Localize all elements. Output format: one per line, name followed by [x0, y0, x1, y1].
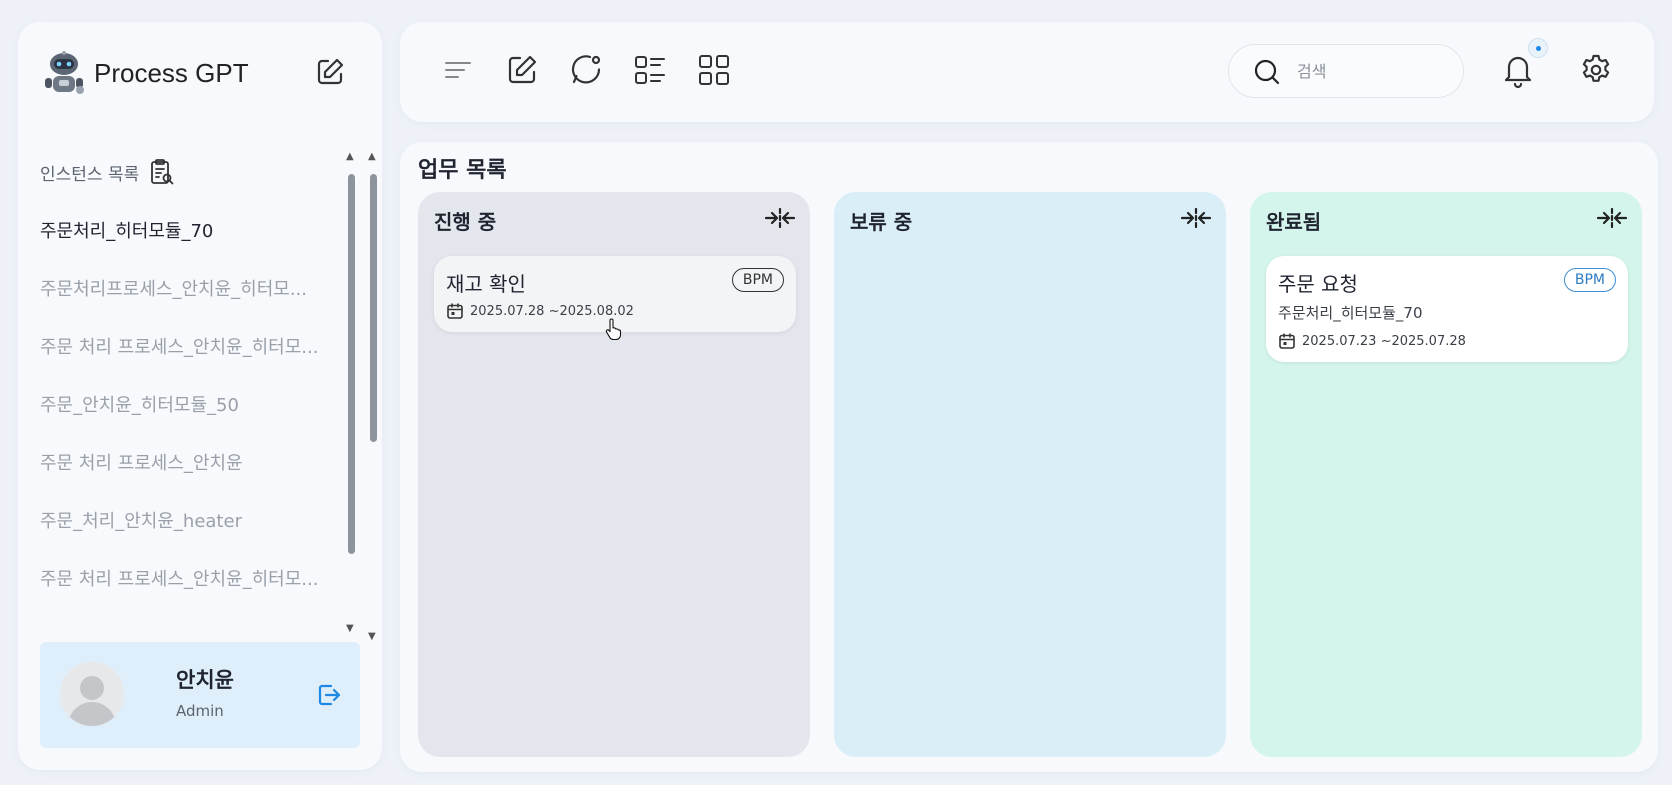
sidebar: Process GPT 인스턴스 목록 주문처리_히터모듈_70 주문처리프로세… — [18, 22, 382, 770]
instances-header: 인스턴스 목록 — [40, 158, 175, 186]
scrollbar-thumb[interactable] — [370, 174, 377, 442]
task-card-title: 주문 요청 — [1278, 272, 1358, 296]
scrollbar-thumb[interactable] — [348, 174, 355, 554]
brand[interactable]: Process GPT — [42, 50, 249, 96]
calendar-icon — [447, 303, 463, 319]
scroll-down-arrow-icon[interactable]: ▼ — [346, 624, 354, 634]
column-title: 보류 중 — [850, 210, 913, 234]
column-in-progress: 진행 중 재고 확인 BPM 2025.07.28 ~2025.08.02 — [418, 192, 810, 757]
user-profile-card: 안치윤 Admin — [40, 642, 360, 748]
instance-item[interactable]: 주문_안치윤_히터모듈_50 — [40, 386, 340, 444]
instance-list: 주문처리_히터모듈_70 주문처리프로세스_안치윤_히터모... 주문 처리 프… — [40, 212, 340, 618]
column-title: 진행 중 — [434, 210, 497, 234]
chat-bubble-icon[interactable] — [568, 52, 604, 88]
logout-icon[interactable] — [316, 682, 342, 708]
avatar-body — [68, 702, 116, 726]
search-box[interactable] — [1228, 44, 1464, 98]
notification-dot — [1528, 38, 1548, 58]
column-title: 완료됨 — [1266, 210, 1322, 234]
task-date-range: 2025.07.23 ~2025.07.28 — [1278, 332, 1466, 350]
robot-logo-icon — [42, 50, 86, 96]
task-card[interactable]: 주문 요청 BPM 주문처리_히터모듈_70 2025.07.23 ~2025.… — [1266, 256, 1628, 362]
clipboard-search-icon[interactable] — [149, 158, 175, 186]
task-card-title: 재고 확인 — [446, 272, 526, 296]
scroll-up-arrow-icon[interactable]: ▲ — [368, 152, 376, 162]
sort-lines-icon[interactable] — [440, 52, 476, 88]
user-name: 안치윤 — [176, 668, 234, 692]
board-title: 업무 목록 — [418, 158, 507, 183]
calendar-icon — [1279, 333, 1295, 349]
collapse-column-icon[interactable] — [764, 206, 796, 230]
grid-icon[interactable] — [696, 52, 732, 88]
new-chat-edit-icon[interactable] — [314, 56, 346, 88]
collapse-column-icon[interactable] — [1180, 206, 1212, 230]
instance-item[interactable]: 주문 처리 프로세스_안치윤_히터모... — [40, 328, 340, 386]
column-on-hold: 보류 중 — [834, 192, 1226, 757]
avatar-head — [80, 676, 104, 700]
top-toolbar — [400, 22, 1654, 122]
edit-icon[interactable] — [504, 52, 540, 88]
instance-item[interactable]: 주문처리_히터모듈_70 — [40, 212, 340, 270]
checklist-icon[interactable] — [632, 52, 668, 88]
scroll-down-arrow-icon[interactable]: ▼ — [368, 632, 376, 642]
column-done: 완료됨 주문 요청 BPM 주문처리_히터모듈_70 2025.07.23 ~2… — [1250, 192, 1642, 757]
task-instance-name: 주문처리_히터모듈_70 — [1278, 304, 1423, 322]
task-date-text: 2025.07.23 ~2025.07.28 — [1302, 333, 1466, 349]
task-type-badge: BPM — [1563, 268, 1616, 292]
instance-list-scrollbar[interactable]: ▲ ▼ — [344, 152, 358, 634]
instance-item[interactable]: 주문 처리 프로세스_안치윤_히터모... — [40, 560, 340, 618]
avatar[interactable] — [60, 662, 124, 726]
task-date-text: 2025.07.28 ~2025.08.02 — [470, 303, 634, 319]
sidebar-scrollbar[interactable]: ▲ ▼ — [366, 152, 380, 642]
hand-pointer-cursor-icon — [604, 318, 622, 341]
search-icon — [1253, 58, 1281, 86]
instance-item[interactable]: 주문_처리_안치윤_heater — [40, 502, 340, 560]
collapse-column-icon[interactable] — [1596, 206, 1628, 230]
app-title: Process GPT — [94, 57, 249, 88]
instance-item[interactable]: 주문 처리 프로세스_안치윤 — [40, 444, 340, 502]
task-type-badge: BPM — [731, 268, 784, 292]
user-role: Admin — [176, 702, 224, 720]
instances-header-label: 인스턴스 목록 — [40, 164, 140, 185]
settings-gear-icon[interactable] — [1578, 52, 1614, 88]
notification-bell-icon[interactable] — [1500, 50, 1536, 90]
search-input[interactable] — [1297, 57, 1447, 85]
task-board: 업무 목록 진행 중 재고 확인 BPM 2025.07.28 ~2025.08… — [400, 142, 1658, 772]
scroll-up-arrow-icon[interactable]: ▲ — [346, 152, 354, 162]
instance-item[interactable]: 주문처리프로세스_안치윤_히터모... — [40, 270, 340, 328]
